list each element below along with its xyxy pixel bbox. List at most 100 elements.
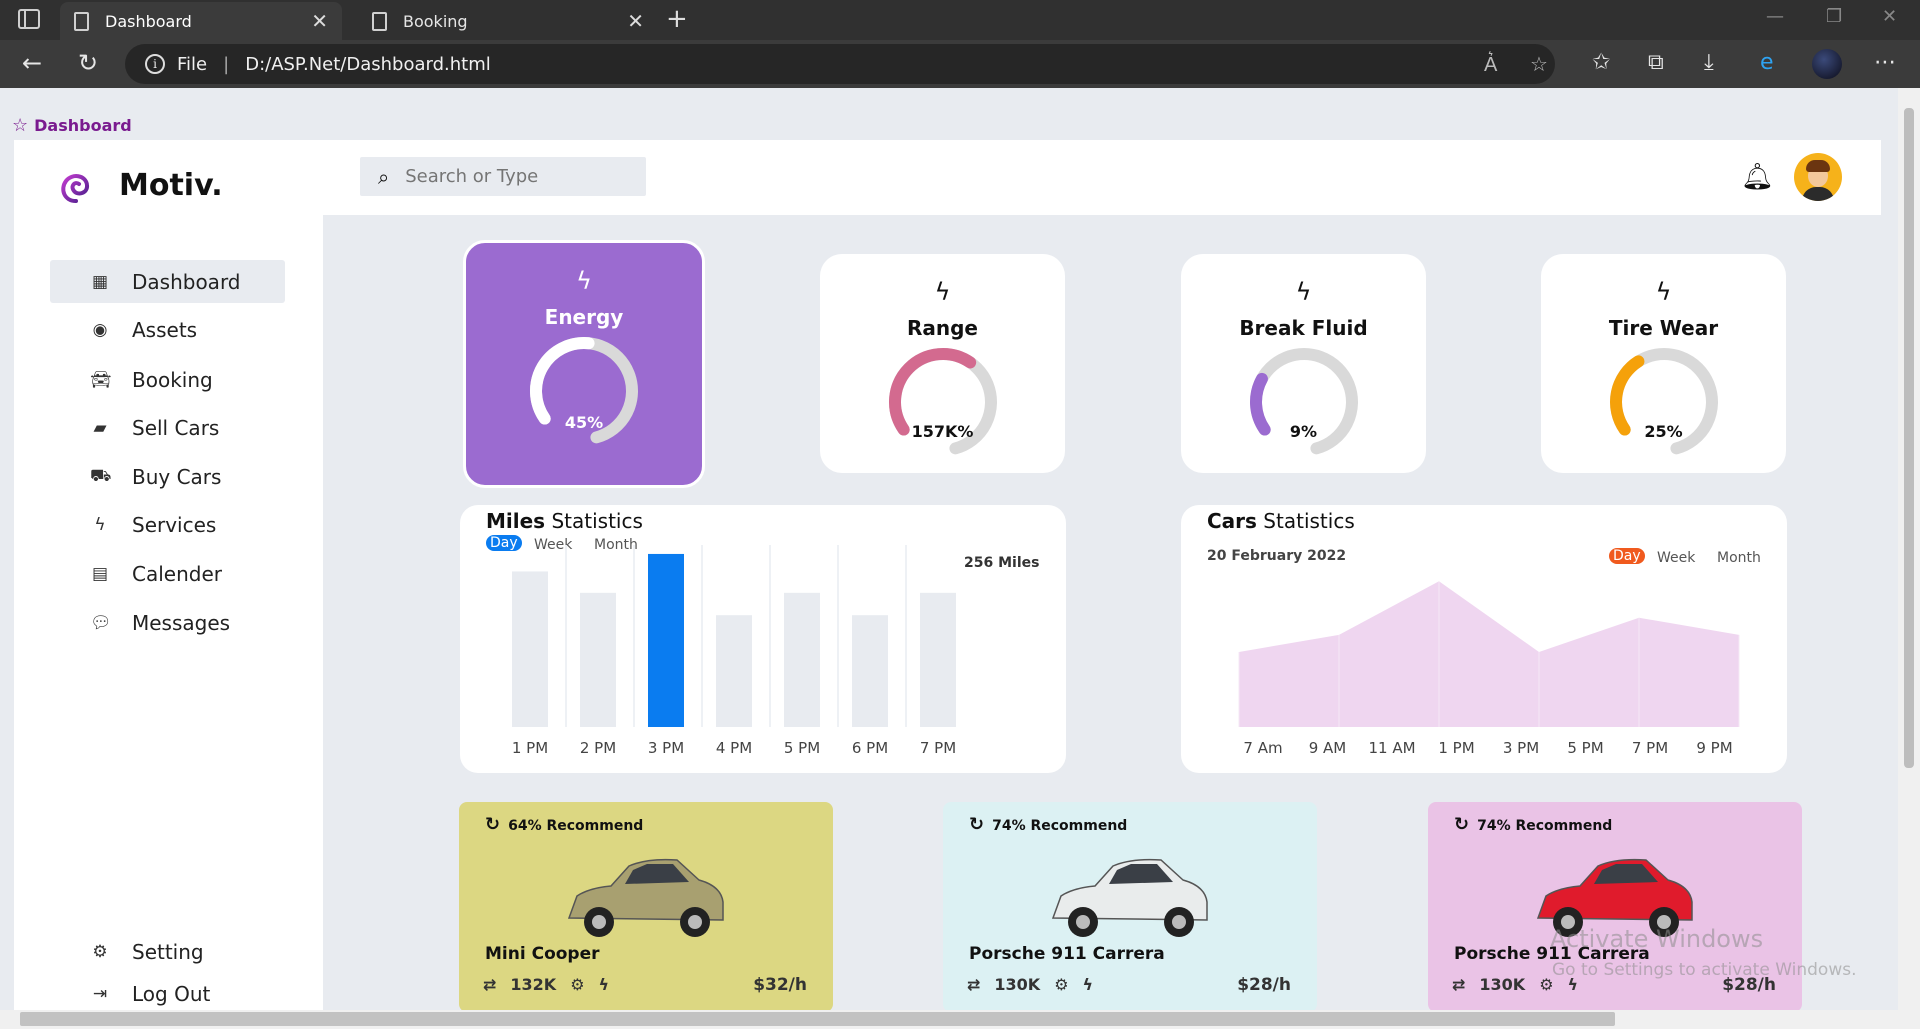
bolt-icon: ϟ [934,278,951,306]
document-icon [372,11,387,31]
x-tick-label: 5 PM [784,739,820,757]
sidebar-item-buy-cars[interactable]: ⛟ Buy Cars [50,455,285,498]
search-icon: ⌕ [378,164,390,189]
profile-avatar[interactable] [1812,49,1842,79]
x-tick-label: 3 PM [1503,739,1539,757]
horizontal-scroll-thumb[interactable] [20,1012,1615,1026]
x-tick-label: 9 PM [1696,739,1732,757]
sidebar-item-label: Sell Cars [132,415,220,440]
user-avatar[interactable] [1794,153,1842,201]
more-menu-icon[interactable]: ⋯ [1874,50,1896,75]
tab-actions-icon[interactable] [18,9,40,29]
bolt-icon: ϟ [1655,278,1672,306]
break-fluid-card[interactable]: ϟ Break Fluid 9% [1181,254,1426,473]
sidebar-item-label: Booking [132,367,213,392]
bar-2-pm[interactable] [580,592,616,727]
sidebar-item-sell-cars[interactable]: ▰ Sell Cars [50,406,285,449]
tab-booking[interactable]: Booking ✕ [358,2,658,40]
bell-icon[interactable]: 🔔︎ [1741,162,1774,192]
shopping-bag-icon: ▰ [93,417,107,438]
document-icon [74,11,89,31]
sidebar-item-booking[interactable]: 🚘︎ Booking [50,358,285,401]
x-tick-label: 9 AM [1309,739,1347,757]
x-tick-label: 4 PM [716,739,752,757]
range-gauge [888,348,997,455]
top-header: ⌕ 🔔︎ [323,140,1881,215]
close-window-icon[interactable]: ✕ [1882,6,1897,27]
recommend-label: ↻ 74% Recommend [1454,814,1613,835]
collections-icon[interactable]: ⧉ [1648,50,1664,75]
bolt-icon: ϟ [598,975,610,994]
sidebar-item-messages[interactable]: 💬︎ Messages [50,601,285,644]
gauge-fill [530,337,595,425]
refresh-icon[interactable]: ↻ [78,49,98,77]
windows-watermark-text: Go to Settings to activate Windows. [1552,960,1857,980]
close-tab-icon[interactable]: ✕ [311,9,328,33]
add-favorite-icon[interactable]: ☆ [1530,52,1548,76]
bolt-icon: ϟ [576,267,592,295]
edge-icon[interactable]: e [1760,50,1774,75]
sidebar-item-assets[interactable]: ◉ Assets [50,308,285,351]
tire-wear-card[interactable]: ϟ Tire Wear 25% [1541,254,1786,473]
bar-4-pm[interactable] [716,615,752,727]
gauge-value: 25% [1644,422,1683,441]
motiv-logo-icon [61,174,90,203]
bar-5-pm[interactable] [784,592,820,727]
sidebar-item-label: Messages [132,610,231,635]
bolt-icon: ϟ [1082,975,1094,994]
car-distance: 130K [1479,975,1526,994]
x-tick-label: 7 PM [920,739,956,757]
bar-6-pm[interactable] [852,615,888,727]
miles-bar-chart: 1 PM 2 PM 3 PM 4 PM 5 PM 6 PM 7 PM [512,545,956,757]
car-card[interactable]: ↻ 64% Recommend Mini Cooper ⇄ 132K ⚙ ϟ $32/h [459,802,833,1012]
separator: | [223,53,230,75]
x-tick-label: 7 PM [1632,739,1668,757]
favorites-icon[interactable]: ✩ [1592,50,1610,75]
cars-statistics-panel: Cars Statistics 20 February 2022 Day Wee… [1181,505,1787,773]
info-icon[interactable]: i [145,54,165,74]
x-tick-label: 1 PM [512,739,548,757]
car-price: $32/h [753,975,807,995]
bar-7-pm[interactable] [920,592,956,727]
miles-statistics-panel: Miles Statistics Day Week Month 256 Mile… [460,505,1066,773]
car-distance: 130K [994,975,1041,994]
sidebar-item-dashboard[interactable]: ▦ Dashboard [50,260,285,303]
car-card[interactable]: ↻ 74% Recommend Porsche 911 Carrera ⇄ 130K… [1428,802,1802,1012]
restore-icon[interactable]: ❐ [1826,6,1842,27]
bar-1-pm[interactable] [512,571,548,727]
x-tick-label: 7 Am [1243,739,1282,757]
address-bar[interactable]: i File | D:/ASP.Net/Dashboard.html [125,44,1555,84]
x-tick-label: 11 AM [1368,739,1415,757]
search-input[interactable] [405,166,626,187]
car-specs: ⇄ 130K ⚙ ϟ [967,975,1093,994]
search-box[interactable]: ⌕ [360,157,646,196]
vertical-scroll-thumb[interactable] [1904,108,1914,768]
scheme-label: File [177,53,208,75]
close-tab-icon[interactable]: ✕ [627,9,644,33]
sidebar-item-services[interactable]: ϟ Services [50,503,285,546]
sidebar-item-label: Buy Cars [132,464,222,489]
gauge-value: 45% [564,413,604,432]
read-aloud-icon[interactable]: A͛ [1484,52,1497,77]
car-name: Porsche 911 Carrera [969,944,1165,964]
tab-dashboard[interactable]: Dashboard ✕ [60,2,342,40]
x-tick-label: 2 PM [580,739,616,757]
sidebar-item-calender[interactable]: ▤ Calender [50,552,285,595]
energy-card[interactable]: ϟ Energy 45% [463,240,705,488]
car-rim [1076,915,1090,929]
back-icon[interactable]: ← [22,49,42,77]
car-card[interactable]: ↻ 74% Recommend Porsche 911 Carrera ⇄ 130K… [943,802,1317,1012]
minimize-icon[interactable]: — [1766,6,1784,27]
card-title: Break Fluid [1239,316,1368,340]
sidebar-item-label: Log Out [132,982,211,1006]
sidebar-item-logout[interactable]: ⇥ Log Out [50,978,285,1010]
new-tab-icon[interactable]: + [666,4,688,34]
downloads-icon[interactable]: ⤓ [1704,50,1714,75]
mileage-icon: ⇄ [483,975,497,994]
bar-3-pm[interactable] [648,553,684,727]
cart-icon: ⛟ [90,465,112,486]
gauge-value: 9% [1289,422,1318,441]
range-card[interactable]: ϟ Range 157K% [820,254,1065,473]
sidebar-item-setting[interactable]: ⚙ Setting [50,930,285,973]
car-image [567,858,724,937]
